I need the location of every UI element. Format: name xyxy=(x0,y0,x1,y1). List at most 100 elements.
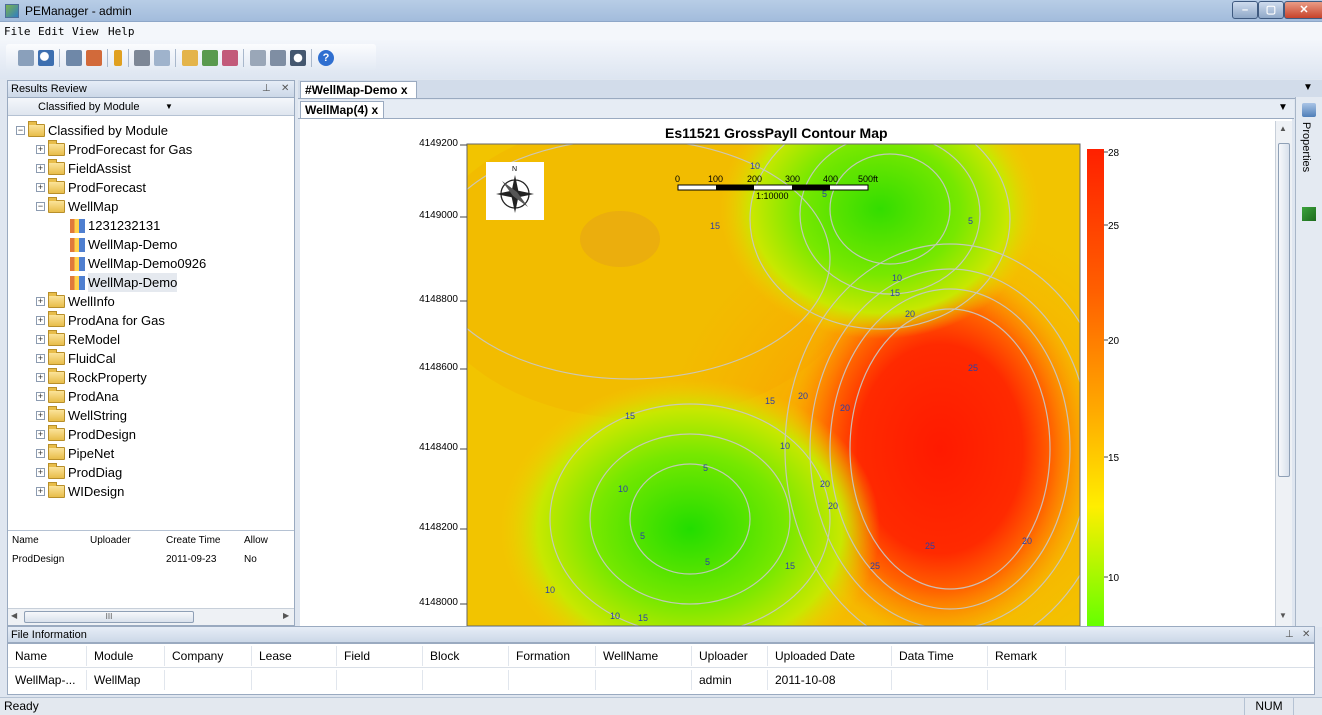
folder-icon xyxy=(48,140,65,156)
grid-icon[interactable] xyxy=(250,50,266,66)
column-header[interactable]: Company xyxy=(165,646,252,666)
search-icon[interactable] xyxy=(38,50,54,66)
expand-icon[interactable]: + xyxy=(36,297,45,306)
print-preview-icon[interactable] xyxy=(154,50,170,66)
open-folder-icon[interactable] xyxy=(182,50,198,66)
new-window-icon[interactable] xyxy=(18,50,34,66)
expand-icon[interactable]: + xyxy=(36,487,45,496)
table-cell[interactable] xyxy=(596,670,692,690)
scroll-thumb[interactable] xyxy=(1278,143,1290,477)
contour-label: 15 xyxy=(638,613,648,623)
table-cell-name[interactable]: ProdDesign xyxy=(12,552,64,568)
close-icon[interactable]: ✕ xyxy=(281,81,289,97)
layers-icon[interactable] xyxy=(1302,207,1316,221)
table-cell[interactable]: admin xyxy=(692,670,768,690)
tab-close-icon[interactable]: x xyxy=(401,83,408,97)
properties-tab[interactable]: Properties xyxy=(1300,122,1312,172)
tree-item-label: ProdForecast xyxy=(68,180,147,195)
expand-icon[interactable]: + xyxy=(36,354,45,363)
close-window-button[interactable]: ✕ xyxy=(1284,1,1322,19)
key-icon[interactable] xyxy=(114,50,122,66)
expand-icon[interactable]: + xyxy=(36,430,45,439)
table-cell[interactable] xyxy=(892,670,988,690)
table-cell[interactable] xyxy=(509,670,596,690)
column-header[interactable]: Block xyxy=(423,646,509,666)
column-header-allow[interactable]: Allow xyxy=(244,533,284,549)
tab-list-icon[interactable]: ▼ xyxy=(1303,82,1313,93)
zoom-icon[interactable] xyxy=(290,50,306,66)
pin-icon[interactable]: ⊥ xyxy=(1285,627,1294,643)
classification-dropdown[interactable]: Classified by Module ▼ xyxy=(8,98,294,116)
column-header-create-time[interactable]: Create Time xyxy=(166,533,220,549)
print-icon[interactable] xyxy=(134,50,150,66)
table-cell[interactable]: WellMap-... xyxy=(8,670,87,690)
expand-icon[interactable]: + xyxy=(36,392,45,401)
table-cell[interactable]: WellMap xyxy=(87,670,165,690)
table-cell-create-time[interactable]: 2011-09-23 xyxy=(166,552,216,568)
pin-icon[interactable]: ⊥ xyxy=(262,81,271,97)
export-icon[interactable] xyxy=(222,50,238,66)
expand-icon[interactable]: + xyxy=(36,164,45,173)
layout-icon[interactable] xyxy=(270,50,286,66)
folder-icon xyxy=(48,349,65,365)
maximize-button[interactable]: ▢ xyxy=(1258,1,1284,19)
tab-close-icon[interactable]: x xyxy=(371,103,378,117)
tab-wellmap-demo[interactable]: #WellMap-Demo x xyxy=(300,81,417,99)
table-cell[interactable] xyxy=(423,670,509,690)
expand-icon[interactable]: + xyxy=(36,468,45,477)
map-vertical-scrollbar[interactable]: ▲ ▼ xyxy=(1275,121,1292,626)
menu-edit[interactable]: Edit xyxy=(38,25,65,38)
column-header[interactable]: Data Time xyxy=(892,646,988,666)
table-cell[interactable] xyxy=(165,670,252,690)
document-icon xyxy=(70,276,85,290)
toolbar: ? xyxy=(0,40,1322,79)
expand-icon[interactable]: + xyxy=(36,411,45,420)
column-header-name[interactable]: Name xyxy=(12,533,39,549)
column-header[interactable]: Uploader xyxy=(692,646,768,666)
expand-icon[interactable]: + xyxy=(36,145,45,154)
scroll-up-icon[interactable]: ▲ xyxy=(1279,124,1287,133)
upload-icon[interactable] xyxy=(202,50,218,66)
color-scale-bar xyxy=(1087,149,1104,626)
users-icon[interactable] xyxy=(86,50,102,66)
tab-wellmap-4[interactable]: WellMap(4) x xyxy=(300,101,384,119)
expand-icon[interactable]: + xyxy=(36,316,45,325)
minimize-button[interactable]: – xyxy=(1232,1,1258,19)
collapse-icon[interactable]: − xyxy=(16,126,25,135)
scroll-thumb[interactable]: III xyxy=(24,611,194,623)
color-scale-label: 25 xyxy=(1108,221,1120,232)
expand-icon[interactable]: + xyxy=(36,183,45,192)
table-cell[interactable] xyxy=(337,670,423,690)
table-cell-allow[interactable]: No xyxy=(244,552,257,568)
contour-label: 15 xyxy=(710,221,720,231)
expand-icon[interactable]: + xyxy=(36,335,45,344)
column-header[interactable]: Lease xyxy=(252,646,337,666)
menu-file[interactable]: File xyxy=(4,25,31,38)
scroll-right-icon[interactable]: ▶ xyxy=(283,611,289,620)
horizontal-scrollbar[interactable]: ◀ III ▶ xyxy=(8,608,294,625)
table-cell[interactable]: 2011-10-08 xyxy=(768,670,892,690)
scale-bar xyxy=(677,184,869,191)
column-header[interactable]: Remark xyxy=(988,646,1066,666)
table-cell[interactable] xyxy=(252,670,337,690)
column-header[interactable]: Name xyxy=(8,646,87,666)
table-cell[interactable] xyxy=(988,670,1066,690)
import-icon[interactable] xyxy=(66,50,82,66)
collapse-icon[interactable]: − xyxy=(36,202,45,211)
expand-icon[interactable]: + xyxy=(36,373,45,382)
column-header[interactable]: Field xyxy=(337,646,423,666)
inner-tab-list-icon[interactable]: ▼ xyxy=(1278,102,1288,113)
column-header-uploader[interactable]: Uploader xyxy=(90,533,131,549)
help-icon[interactable]: ? xyxy=(318,50,334,66)
menu-help[interactable]: Help xyxy=(108,25,135,38)
close-icon[interactable]: ✕ xyxy=(1302,627,1310,643)
scroll-down-icon[interactable]: ▼ xyxy=(1279,611,1287,620)
scroll-left-icon[interactable]: ◀ xyxy=(11,611,17,620)
column-header[interactable]: WellName xyxy=(596,646,692,666)
expand-icon[interactable]: + xyxy=(36,449,45,458)
column-header[interactable]: Uploaded Date xyxy=(768,646,892,666)
menu-view[interactable]: View xyxy=(72,25,99,38)
properties-icon[interactable] xyxy=(1302,103,1316,117)
column-header[interactable]: Module xyxy=(87,646,165,666)
column-header[interactable]: Formation xyxy=(509,646,596,666)
